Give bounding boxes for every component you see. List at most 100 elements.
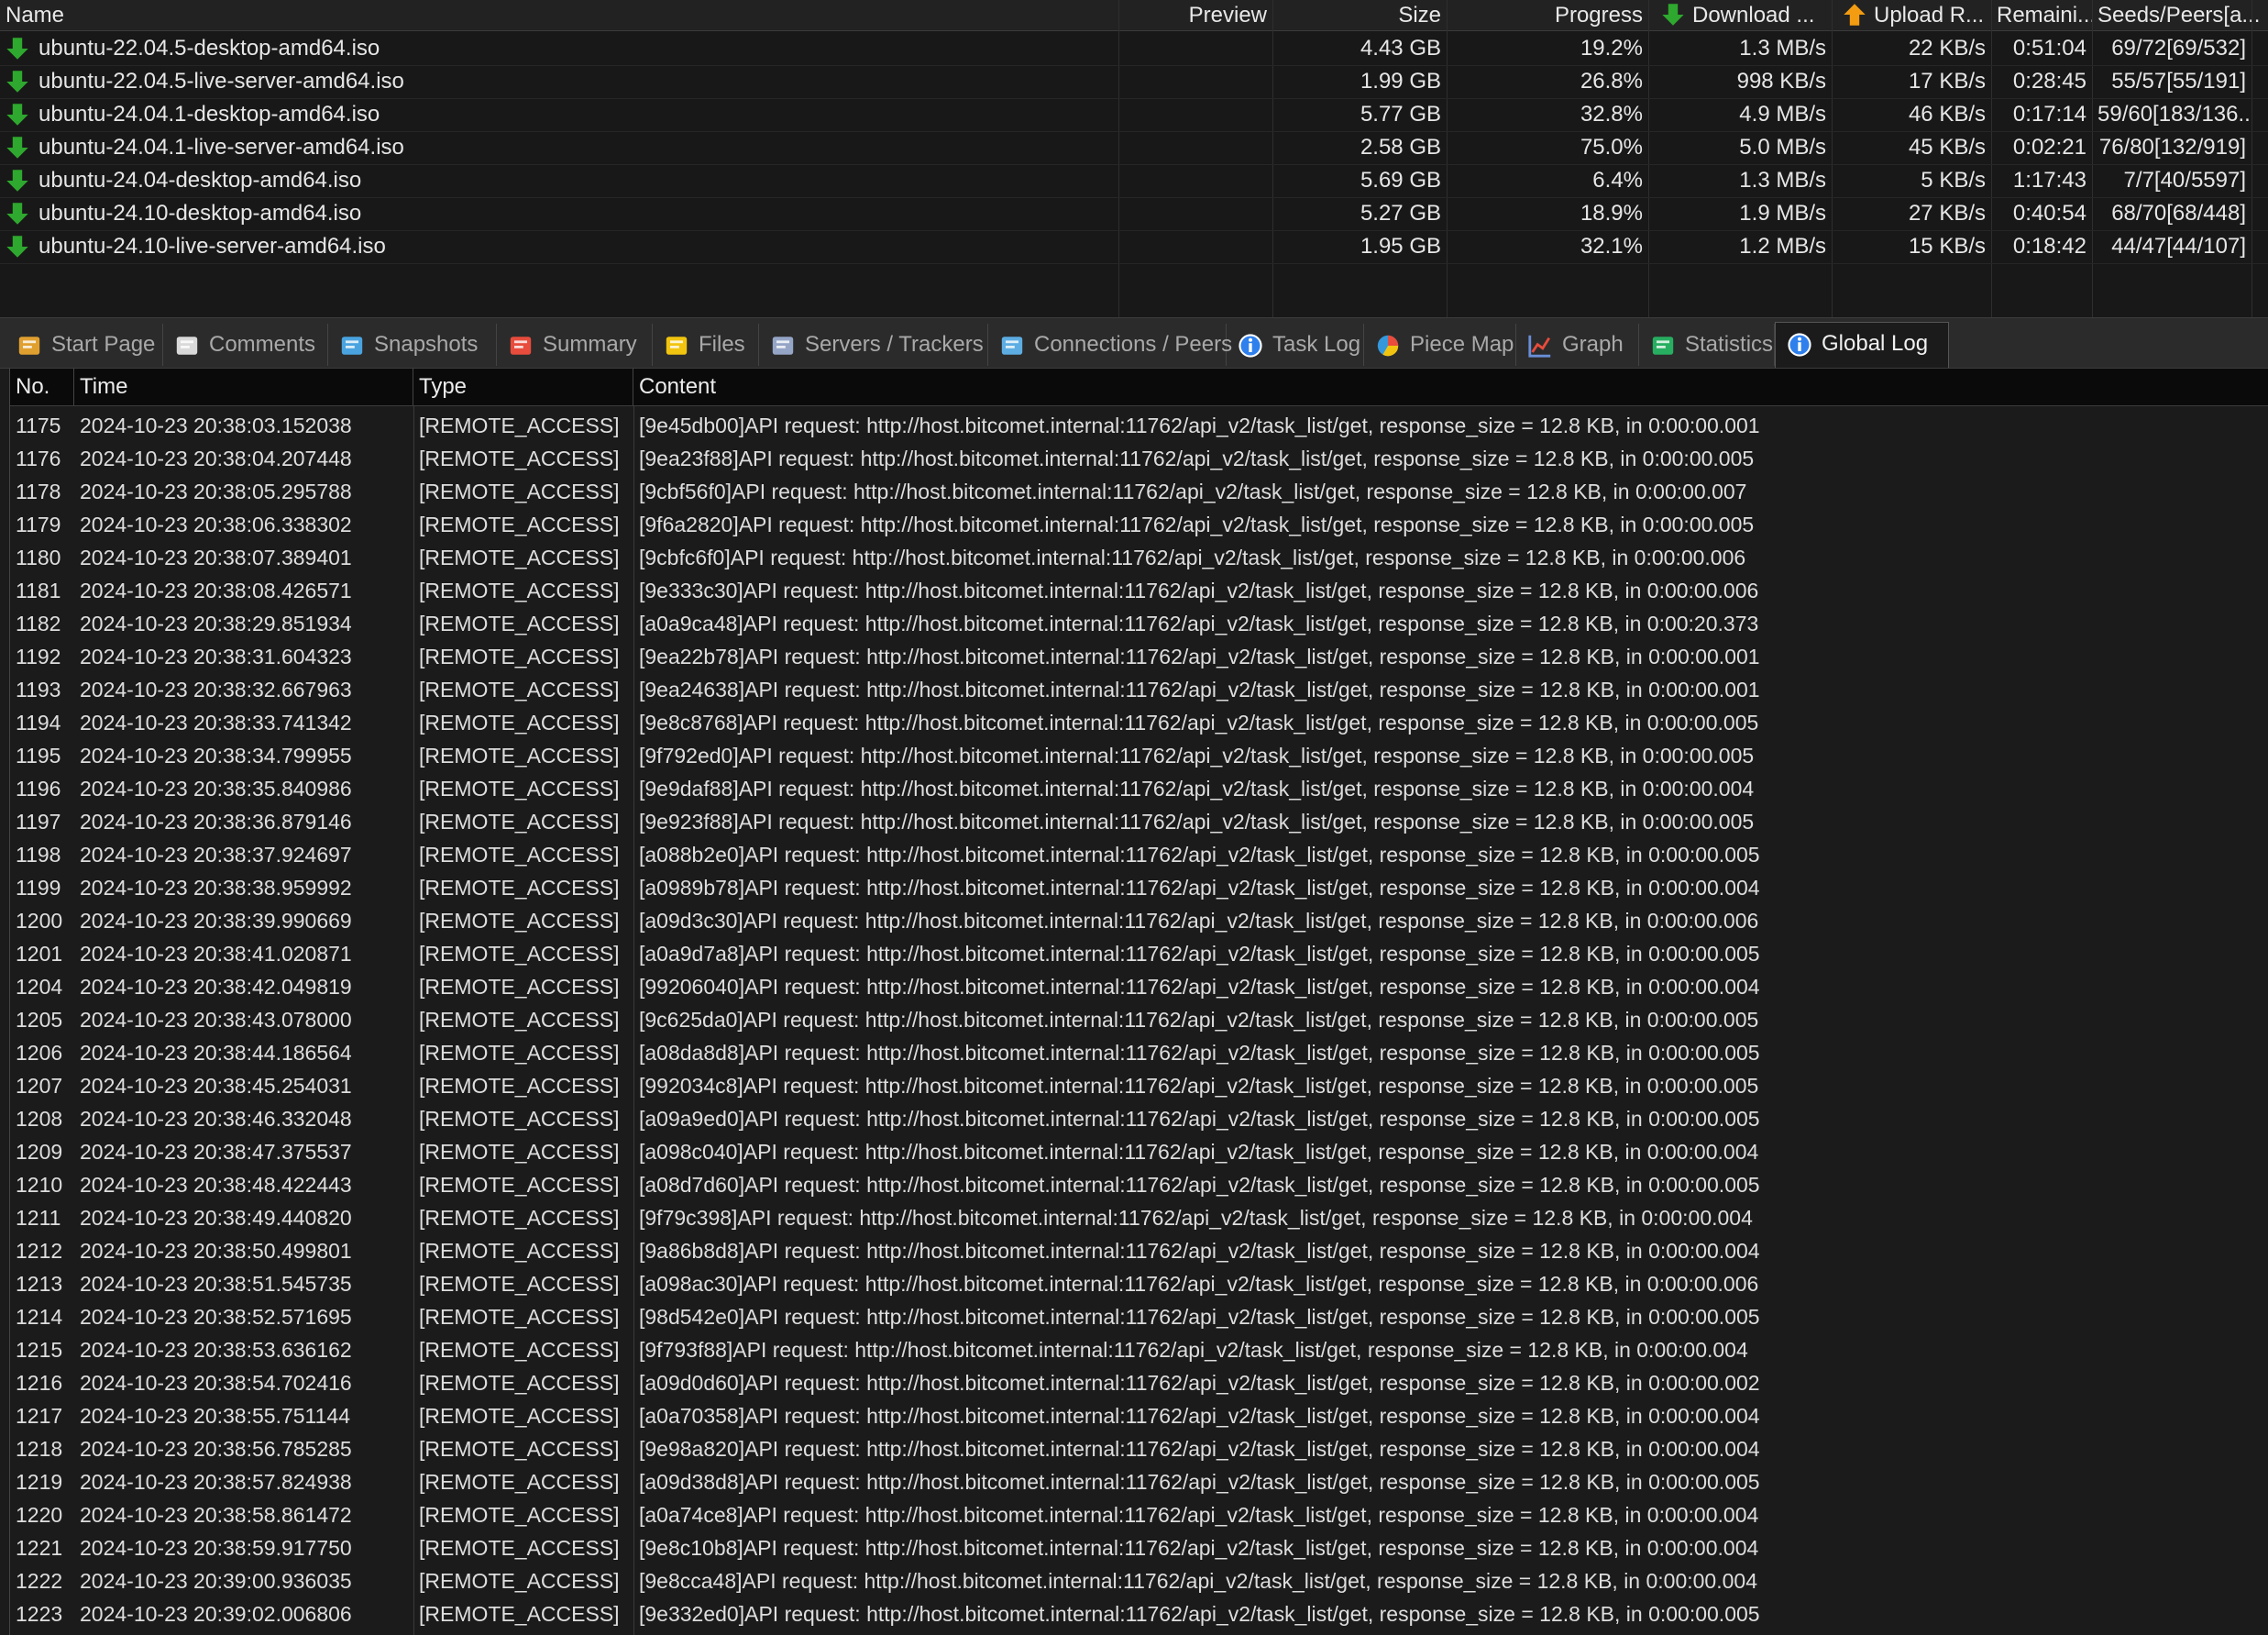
log-row[interactable]: 1223 2024-10-23 20:39:02.006806 [REMOTE_AC…	[10, 1597, 2268, 1630]
log-row[interactable]: 1180 2024-10-23 20:38:07.389401 [REMOTE_AC…	[10, 541, 2268, 574]
log-row[interactable]: 1215 2024-10-23 20:38:53.636162 [REMOTE_AC…	[10, 1333, 2268, 1366]
log-type: [REMOTE_ACCESS]	[419, 1041, 620, 1065]
task-row[interactable]: ubuntu-24.10-desktop-amd64.iso 5.27 GB 18.…	[0, 197, 2268, 231]
task-preview	[1118, 197, 1272, 230]
task-seeds-peers: 44/47[44/107]	[2111, 234, 2246, 259]
log-row[interactable]: 1222 2024-10-23 20:39:00.936035 [REMOTE_AC…	[10, 1564, 2268, 1597]
log-row[interactable]: 1219 2024-10-23 20:38:57.824938 [REMOTE_AC…	[10, 1465, 2268, 1498]
log-row[interactable]: 1197 2024-10-23 20:38:36.879146 [REMOTE_AC…	[10, 805, 2268, 838]
log-no: 1220	[16, 1503, 63, 1527]
global-log-panel: No. Time Type Content 1175 2024-10-23 20:…	[9, 369, 2268, 1635]
log-row[interactable]: 1198 2024-10-23 20:38:37.924697 [REMOTE_AC…	[10, 838, 2268, 871]
tab-comments[interactable]: Comments	[163, 324, 328, 366]
log-row[interactable]: 1192 2024-10-23 20:38:31.604323 [REMOTE_AC…	[10, 640, 2268, 673]
downloading-icon	[6, 71, 28, 93]
tab-piece-map[interactable]: Piece Map	[1364, 324, 1516, 366]
log-row[interactable]: 1208 2024-10-23 20:38:46.332048 [REMOTE_AC…	[10, 1102, 2268, 1135]
tab-label: Task Log	[1272, 332, 1361, 357]
log-row[interactable]: 1205 2024-10-23 20:38:43.078000 [REMOTE_AC…	[10, 1003, 2268, 1036]
log-row[interactable]: 1196 2024-10-23 20:38:35.840986 [REMOTE_AC…	[10, 772, 2268, 805]
log-content: [9f793f88]API request: http://host.bitco…	[639, 1338, 1748, 1362]
log-row[interactable]: 1211 2024-10-23 20:38:49.440820 [REMOTE_AC…	[10, 1201, 2268, 1234]
log-content: [a088b2e0]API request: http://host.bitco…	[639, 843, 1760, 867]
log-row[interactable]: 1220 2024-10-23 20:38:58.861472 [REMOTE_AC…	[10, 1498, 2268, 1531]
tab-statistics[interactable]: Statistics	[1639, 324, 1775, 366]
log-row[interactable]: 1175 2024-10-23 20:38:03.152038 [REMOTE_AC…	[10, 409, 2268, 442]
tab-graph[interactable]: Graph	[1516, 324, 1639, 366]
task-download-rate: 1.9 MB/s	[1739, 201, 1826, 226]
log-row[interactable]: 1218 2024-10-23 20:38:56.785285 [REMOTE_AC…	[10, 1432, 2268, 1465]
log-row[interactable]: 1194 2024-10-23 20:38:33.741342 [REMOTE_AC…	[10, 706, 2268, 739]
log-no: 1214	[16, 1305, 63, 1329]
log-row[interactable]: 1181 2024-10-23 20:38:08.426571 [REMOTE_AC…	[10, 574, 2268, 607]
log-column-type[interactable]: Type	[413, 369, 633, 405]
log-row[interactable]: 1179 2024-10-23 20:38:06.338302 [REMOTE_AC…	[10, 508, 2268, 541]
log-time: 2024-10-23 20:38:04.207448	[80, 447, 352, 470]
log-row[interactable]: 1178 2024-10-23 20:38:05.295788 [REMOTE_AC…	[10, 475, 2268, 508]
log-row[interactable]: 1207 2024-10-23 20:38:45.254031 [REMOTE_AC…	[10, 1069, 2268, 1102]
log-row[interactable]: 1213 2024-10-23 20:38:51.545735 [REMOTE_AC…	[10, 1267, 2268, 1300]
log-time: 2024-10-23 20:38:51.545735	[80, 1272, 352, 1296]
column-header-download[interactable]: Download ...	[1648, 0, 1832, 30]
column-header-remaining[interactable]: Remaini...	[1991, 0, 2092, 30]
column-header-upload[interactable]: Upload R...	[1832, 0, 1991, 30]
log-no: 1223	[16, 1602, 63, 1626]
tab-summary[interactable]: Summary	[497, 324, 653, 366]
log-column-no[interactable]: No.	[10, 369, 74, 405]
log-time: 2024-10-23 20:38:53.636162	[80, 1338, 352, 1362]
column-header-progress[interactable]: Progress	[1447, 0, 1648, 30]
log-time: 2024-10-23 20:38:29.851934	[80, 612, 352, 635]
task-upload-rate: 45 KB/s	[1908, 135, 1986, 160]
log-row[interactable]: 1217 2024-10-23 20:38:55.751144 [REMOTE_AC…	[10, 1399, 2268, 1432]
log-no: 1205	[16, 1008, 63, 1032]
tab-task-log[interactable]: Task Log	[1227, 324, 1364, 366]
log-row[interactable]: 1204 2024-10-23 20:38:42.049819 [REMOTE_AC…	[10, 970, 2268, 1003]
tab-files[interactable]: Files	[653, 324, 759, 366]
tab-start-page[interactable]: Start Page	[6, 324, 163, 366]
log-row[interactable]: 1221 2024-10-23 20:38:59.917750 [REMOTE_AC…	[10, 1531, 2268, 1564]
log-row[interactable]: 1214 2024-10-23 20:38:52.571695 [REMOTE_AC…	[10, 1300, 2268, 1333]
log-row[interactable]: 1200 2024-10-23 20:38:39.990669 [REMOTE_AC…	[10, 904, 2268, 937]
log-row[interactable]: 1176 2024-10-23 20:38:04.207448 [REMOTE_AC…	[10, 442, 2268, 475]
log-type: [REMOTE_ACCESS]	[419, 414, 620, 437]
column-header-preview[interactable]: Preview	[1118, 0, 1272, 30]
task-preview	[1118, 65, 1272, 98]
log-column-time[interactable]: Time	[74, 369, 413, 405]
tab-global-log[interactable]: Global Log	[1775, 322, 1949, 368]
task-row[interactable]: ubuntu-24.04.1-desktop-amd64.iso 5.77 GB 3…	[0, 98, 2268, 132]
log-type: [REMOTE_ACCESS]	[419, 1272, 620, 1296]
log-row[interactable]: 1216 2024-10-23 20:38:54.702416 [REMOTE_AC…	[10, 1366, 2268, 1399]
log-no: 1199	[16, 876, 61, 900]
task-row[interactable]: ubuntu-24.10-live-server-amd64.iso 1.95 G…	[0, 230, 2268, 264]
log-no: 1193	[16, 678, 61, 702]
log-row[interactable]: 1193 2024-10-23 20:38:32.667963 [REMOTE_AC…	[10, 673, 2268, 706]
log-row[interactable]: 1195 2024-10-23 20:38:34.799955 [REMOTE_AC…	[10, 739, 2268, 772]
log-row[interactable]: 1206 2024-10-23 20:38:44.186564 [REMOTE_AC…	[10, 1036, 2268, 1069]
files-icon	[666, 337, 688, 355]
column-header-name[interactable]: Name	[0, 0, 1118, 30]
log-row[interactable]: 1201 2024-10-23 20:38:41.020871 [REMOTE_AC…	[10, 937, 2268, 970]
log-row[interactable]: 1182 2024-10-23 20:38:29.851934 [REMOTE_AC…	[10, 607, 2268, 640]
task-row[interactable]: ubuntu-22.04.5-live-server-amd64.iso 1.99…	[0, 65, 2268, 99]
log-type: [REMOTE_ACCESS]	[419, 1503, 620, 1527]
tab-label: Files	[699, 332, 745, 357]
column-header-size[interactable]: Size	[1272, 0, 1447, 30]
log-row[interactable]: 1212 2024-10-23 20:38:50.499801 [REMOTE_AC…	[10, 1234, 2268, 1267]
task-row[interactable]: ubuntu-24.04-desktop-amd64.iso 5.69 GB 6.4…	[0, 164, 2268, 198]
log-row[interactable]: 1210 2024-10-23 20:38:48.422443 [REMOTE_AC…	[10, 1168, 2268, 1201]
log-content: [9f79c398]API request: http://host.bitco…	[639, 1206, 1753, 1230]
log-row[interactable]: 1209 2024-10-23 20:38:47.375537 [REMOTE_AC…	[10, 1135, 2268, 1168]
log-no: 1180	[16, 546, 61, 569]
log-row[interactable]: 1199 2024-10-23 20:38:38.959992 [REMOTE_AC…	[10, 871, 2268, 904]
task-row[interactable]: ubuntu-22.04.5-desktop-amd64.iso 4.43 GB 1…	[0, 32, 2268, 66]
tab-snapshots[interactable]: Snapshots	[328, 324, 497, 366]
tab-servers-trackers[interactable]: Servers / Trackers	[759, 324, 988, 366]
log-no: 1204	[16, 975, 63, 999]
log-column-content[interactable]: Content	[633, 369, 2268, 405]
task-name: ubuntu-24.04.1-desktop-amd64.iso	[39, 102, 380, 127]
log-time: 2024-10-23 20:38:50.499801	[80, 1239, 352, 1263]
tab-connections-peers[interactable]: Connections / Peers	[988, 324, 1232, 366]
start-page-icon	[18, 337, 40, 355]
task-row[interactable]: ubuntu-24.04.1-live-server-amd64.iso 2.58…	[0, 131, 2268, 165]
column-header-seeds-peers[interactable]: Seeds/Peers[a...	[2092, 0, 2268, 30]
